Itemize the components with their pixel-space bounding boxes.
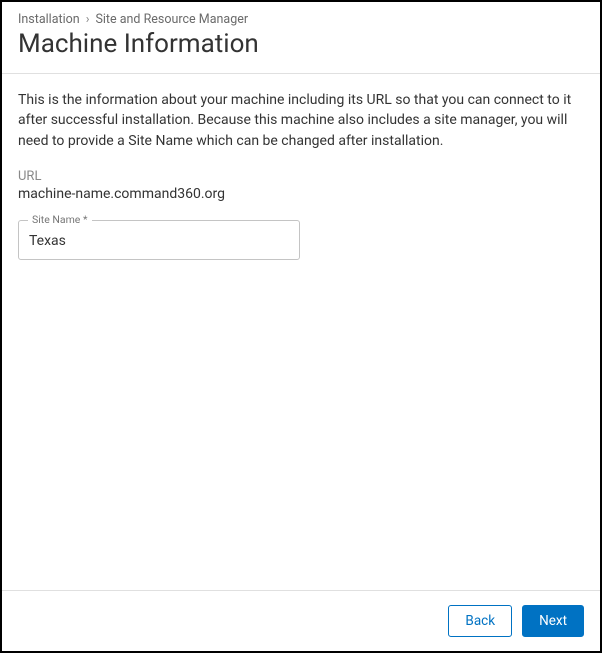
- breadcrumb-current: Site and Resource Manager: [95, 12, 248, 27]
- next-button[interactable]: Next: [522, 605, 584, 637]
- breadcrumb: Installation › Site and Resource Manager: [18, 12, 584, 27]
- page-title: Machine Information: [18, 29, 584, 59]
- url-label: URL: [18, 169, 584, 184]
- breadcrumb-root[interactable]: Installation: [18, 12, 80, 27]
- site-name-label: Site Name *: [28, 213, 92, 226]
- description-text: This is the information about your machi…: [18, 90, 584, 151]
- url-value: machine-name.command360.org: [18, 186, 584, 202]
- chevron-right-icon: ›: [86, 12, 90, 27]
- back-button[interactable]: Back: [448, 605, 512, 637]
- header: Installation › Site and Resource Manager…: [2, 2, 600, 74]
- site-name-field-wrapper: Site Name *: [18, 220, 300, 260]
- footer: Back Next: [2, 590, 600, 651]
- content-area: This is the information about your machi…: [2, 74, 600, 590]
- site-name-input[interactable]: [18, 220, 300, 260]
